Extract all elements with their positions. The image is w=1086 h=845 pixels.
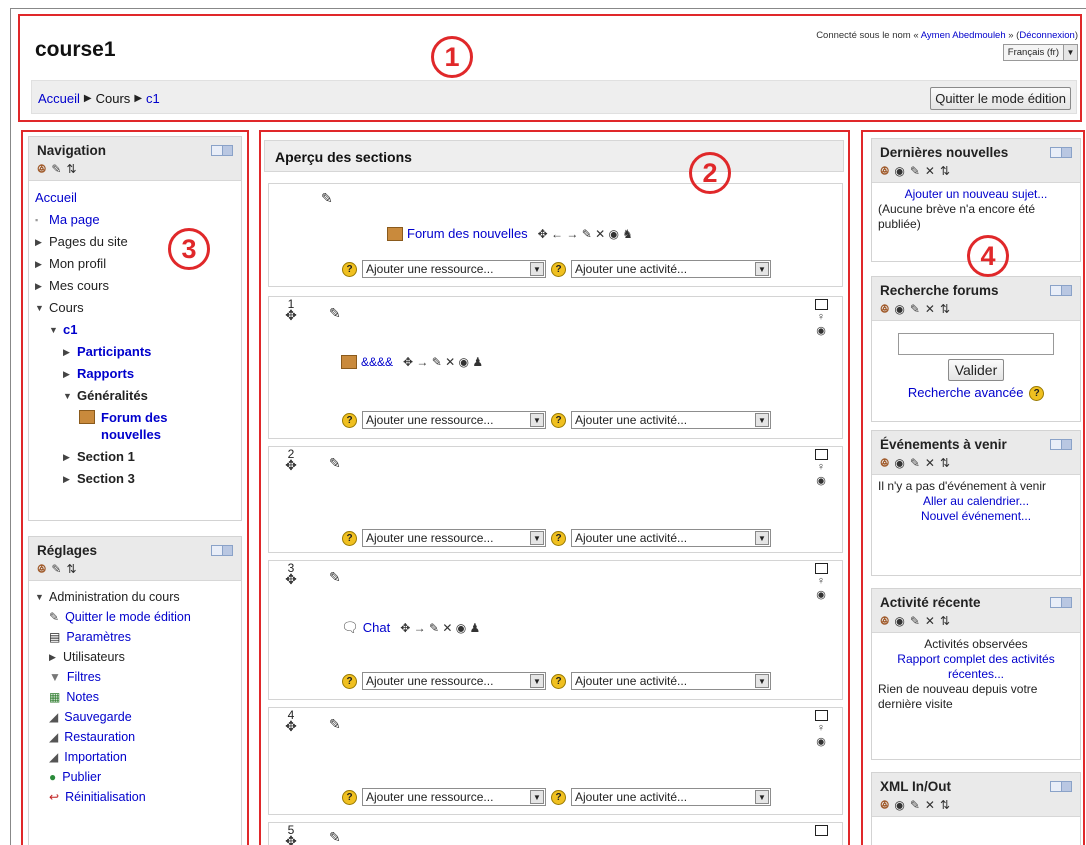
- annotation-box-right: [861, 130, 1085, 845]
- annotation-box-center: [259, 130, 850, 845]
- annotation-number-2: 2: [689, 152, 731, 194]
- annotation-number-3: 3: [168, 228, 210, 270]
- annotation-box-left: [21, 130, 249, 845]
- annotation-number-1: 1: [431, 36, 473, 78]
- annotation-box-header: [18, 14, 1082, 122]
- annotation-number-4: 4: [967, 235, 1009, 277]
